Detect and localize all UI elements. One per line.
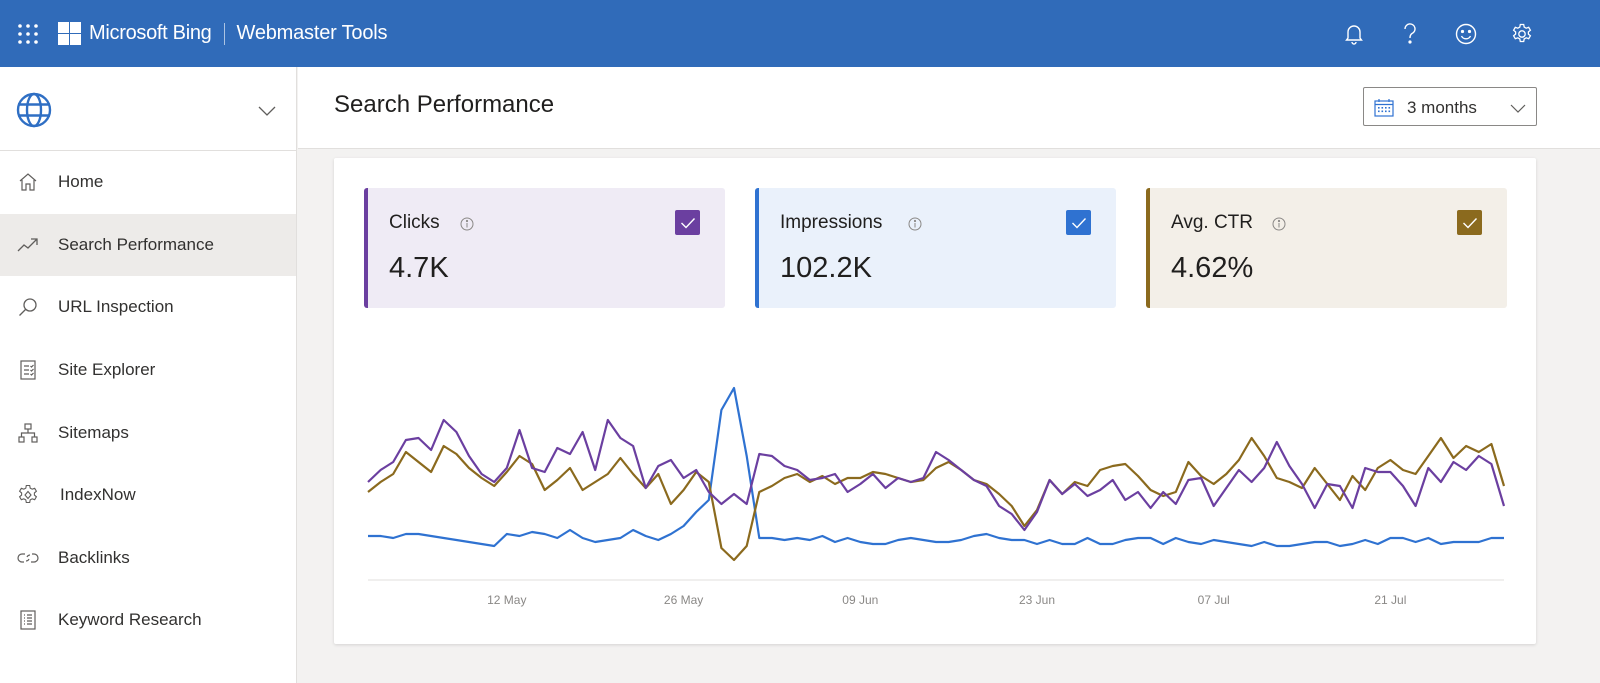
brand-divider: [223, 22, 225, 45]
metric-accent-bar: [364, 188, 368, 308]
site-selector[interactable]: [0, 67, 296, 151]
date-range-value: 3 months: [1407, 98, 1477, 117]
app-launcher-icon[interactable]: [17, 23, 39, 45]
top-bar: Microsoft Bing Webmaster Tools: [0, 0, 1600, 67]
sidebar-item-label: Search Performance: [58, 234, 214, 254]
checklist-icon: [17, 359, 39, 381]
brand[interactable]: Microsoft Bing Webmaster Tools: [58, 21, 387, 46]
sidebar-item-keyword-research[interactable]: Keyword Research: [0, 589, 296, 652]
sidebar-item-label: Home: [58, 172, 104, 192]
calendar-icon: [1374, 98, 1394, 122]
x-tick-label: 26 May: [664, 593, 703, 607]
trending-up-icon: [17, 234, 39, 256]
metric-checkbox-clicks[interactable]: [675, 210, 700, 235]
metric-label: Impressions: [780, 212, 883, 233]
document-list-icon: [17, 609, 39, 631]
sitemap-icon: [17, 422, 39, 444]
metric-value: 4.62%: [1171, 252, 1254, 284]
sidebar-item-label: Keyword Research: [58, 610, 202, 630]
metric-accent-bar: [755, 188, 759, 308]
sidebar-item-site-explorer[interactable]: Site Explorer: [0, 339, 296, 402]
page-header: Search Performance 3 months: [298, 67, 1600, 149]
microsoft-logo-icon: [58, 22, 81, 45]
performance-card: Clicks 4.7K Impressions 102.2K Avg. CTR: [334, 158, 1536, 644]
sidebar-item-home[interactable]: Home: [0, 151, 296, 214]
metric-checkbox-impressions[interactable]: [1066, 210, 1091, 235]
chevron-down-icon: [1510, 100, 1526, 118]
sidebar-item-label: Site Explorer: [58, 360, 156, 380]
info-icon[interactable]: [1272, 217, 1286, 231]
sidebar-item-sitemaps[interactable]: Sitemaps: [0, 401, 296, 464]
search-icon: [17, 296, 39, 318]
metric-card-impressions[interactable]: Impressions 102.2K: [755, 188, 1116, 308]
chevron-down-icon[interactable]: [258, 103, 276, 121]
top-bar-actions: [1342, 0, 1600, 67]
sidebar-item-label: Sitemaps: [58, 422, 129, 442]
checkmark-icon: [1462, 217, 1477, 229]
sidebar-item-label: Backlinks: [58, 547, 130, 567]
metric-label: Clicks: [389, 212, 440, 233]
metric-value: 4.7K: [389, 252, 449, 284]
x-tick-label: 07 Jul: [1198, 593, 1230, 607]
checkmark-icon: [680, 217, 695, 229]
x-tick-label: 23 Jun: [1019, 593, 1055, 607]
indexnow-gear-icon: [17, 484, 39, 506]
page-title: Search Performance: [334, 91, 555, 118]
feedback-smiley-icon[interactable]: [1454, 22, 1478, 46]
x-tick-label: 21 Jul: [1374, 593, 1406, 607]
product-name: Webmaster Tools: [236, 22, 388, 44]
sidebar-item-search-performance[interactable]: Search Performance: [0, 213, 296, 277]
metric-checkbox-avg-ctr[interactable]: [1457, 210, 1482, 235]
notifications-bell-icon[interactable]: [1342, 22, 1366, 46]
sidebar-item-indexnow[interactable]: IndexNow: [0, 464, 296, 527]
metric-value: 102.2K: [780, 252, 872, 284]
settings-gear-icon[interactable]: [1510, 22, 1534, 46]
x-tick-label: 12 May: [487, 593, 526, 607]
home-icon: [17, 171, 39, 193]
checkmark-icon: [1071, 217, 1086, 229]
info-icon[interactable]: [460, 217, 474, 231]
x-tick-label: 09 Jun: [842, 593, 878, 607]
sidebar-item-backlinks[interactable]: Backlinks: [0, 527, 296, 590]
sidebar-item-url-inspection[interactable]: URL Inspection: [0, 276, 296, 339]
brand-name: Microsoft Bing: [89, 22, 212, 44]
main-content: Search Performance 3 months Clicks 4.7K …: [298, 67, 1600, 683]
link-icon: [17, 547, 39, 569]
date-range-dropdown[interactable]: 3 months: [1363, 87, 1537, 126]
info-icon[interactable]: [908, 217, 922, 231]
performance-line-chart: 12 May 26 May 09 Jun 23 Jun 07 Jul 21 Jul: [367, 386, 1506, 607]
metric-accent-bar: [1146, 188, 1150, 308]
series-layer: [367, 386, 1506, 562]
sidebar-item-label: URL Inspection: [58, 297, 174, 317]
metric-label: Avg. CTR: [1171, 212, 1254, 233]
x-tick-labels: 12 May 26 May 09 Jun 23 Jun 07 Jul 21 Jul: [487, 593, 1406, 607]
help-icon[interactable]: [1398, 22, 1422, 46]
metric-card-clicks[interactable]: Clicks 4.7K: [364, 188, 725, 308]
metric-card-avg-ctr[interactable]: Avg. CTR 4.62%: [1146, 188, 1507, 308]
globe-icon: [16, 92, 52, 133]
sidebar: Home Search Performance URL Inspection S…: [0, 67, 297, 683]
sidebar-item-label: IndexNow: [60, 485, 136, 505]
